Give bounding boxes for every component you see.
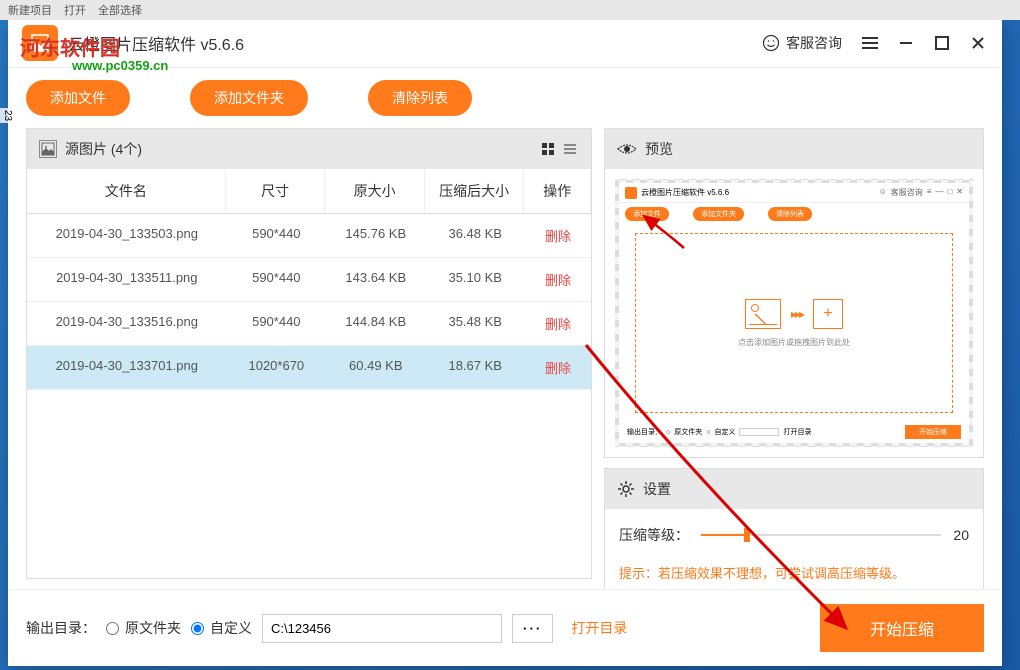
side-tab: 23 [0,108,15,123]
settings-header: 设置 [605,469,983,509]
grid-icon [541,142,555,156]
source-panel: 源图片 (4个) 文件名 尺寸 原大小 压缩后大小 操作 [26,128,592,579]
maximize-icon [935,36,949,50]
menu-button[interactable] [860,33,880,53]
file-table: 文件名 尺寸 原大小 压缩后大小 操作 2019-04-30_133503.pn… [27,169,591,578]
mini-image-icon [745,299,781,329]
minimize-icon [898,35,914,51]
list-icon [563,142,577,156]
browse-button[interactable]: ··· [512,614,553,643]
image-icon [39,140,57,158]
delete-button[interactable]: 删除 [525,214,591,257]
table-row[interactable]: 2019-04-30_133701.png 1020*670 60.49 KB … [27,346,591,390]
table-row[interactable]: 2019-04-30_133516.png 590*440 144.84 KB … [27,302,591,346]
table-row[interactable]: 2019-04-30_133503.png 590*440 145.76 KB … [27,214,591,258]
action-bar: 添加文件 添加文件夹 清除列表 [8,68,1002,128]
source-panel-header: 源图片 (4个) [27,129,591,169]
radio-original-folder[interactable]: 原文件夹 [106,618,181,638]
minimize-button[interactable] [896,33,916,53]
add-folder-button[interactable]: 添加文件夹 [190,80,308,116]
delete-button[interactable]: 删除 [525,346,591,389]
support-button[interactable]: 客服咨询 [762,33,842,53]
grid-view-button[interactable] [539,140,557,158]
app-title: 云橙图片压缩软件 v5.6.6 [68,31,244,55]
output-label: 输出目录： [26,618,96,638]
compression-hint: 提示：若压缩效果不理想，可尝试调高压缩等级。 [619,563,969,582]
mini-plus-icon: + [813,299,843,329]
output-path-input[interactable] [262,614,502,643]
preview-section: 预览 云橙图片压缩软件 v5.6.6 ☺客服咨询 ≡—□✕ [604,128,984,458]
clear-list-button[interactable]: 清除列表 [368,80,472,116]
preview-header: 预览 [605,129,983,169]
list-view-button[interactable] [561,140,579,158]
delete-button[interactable]: 删除 [525,258,591,301]
level-label: 压缩等级： [619,525,689,545]
settings-section: 设置 压缩等级： 20 提示：若压缩效果不理想，可尝试调高压缩等级。 [604,468,984,589]
mini-logo [625,187,637,199]
start-compress-button[interactable]: 开始压缩 [820,604,984,652]
bg-open: 打开 [64,2,86,18]
smile-icon [762,34,780,52]
table-header: 文件名 尺寸 原大小 压缩后大小 操作 [27,169,591,214]
preview-thumbnail: 云橙图片压缩软件 v5.6.6 ☺客服咨询 ≡—□✕ 添加文件 添加文件夹 清除… [615,179,973,447]
mini-arrows-icon: ▸▸▸ [791,307,803,321]
eye-icon [617,141,637,157]
titlebar: 云橙图片压缩软件 v5.6.6 客服咨询 [8,18,1002,68]
level-value: 20 [953,527,969,543]
bg-select-all: 全部选择 [98,2,142,18]
delete-button[interactable]: 删除 [525,302,591,345]
table-row[interactable]: 2019-04-30_133511.png 590*440 143.64 KB … [27,258,591,302]
add-file-button[interactable]: 添加文件 [26,80,130,116]
close-icon [971,36,985,50]
hamburger-icon [861,36,879,50]
compression-slider[interactable] [701,532,941,538]
bg-new-project: 新建项目 [8,2,52,18]
gear-icon [617,480,635,498]
radio-custom[interactable]: 自定义 [191,618,252,638]
open-dir-link[interactable]: 打开目录 [571,618,627,638]
maximize-button[interactable] [932,33,952,53]
bottom-bar: 输出目录： 原文件夹 自定义 ··· 打开目录 开始压缩 [8,589,1002,666]
background-toolbar: 新建项目 打开 全部选择 [0,0,1020,20]
main-window: 河东软件园 www.pc0359.cn 云橙图片压缩软件 v5.6.6 客服咨询 [8,18,1002,666]
app-logo [22,25,58,61]
close-button[interactable] [968,33,988,53]
